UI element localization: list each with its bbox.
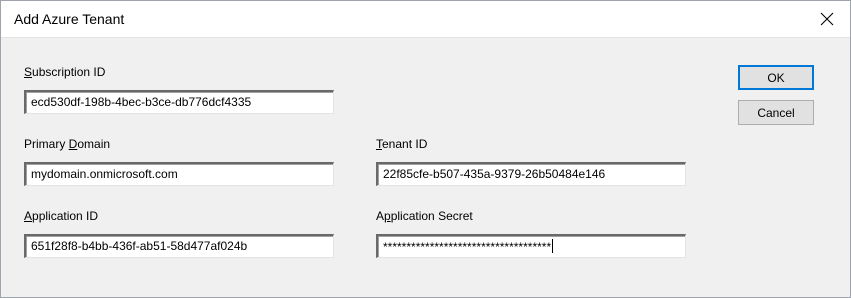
tenant-id-label: Tenant ID <box>376 137 428 151</box>
ok-button[interactable]: OK <box>738 65 814 90</box>
subscription-id-field[interactable]: ecd530df-198b-4bec-b3ce-db776dcf4335 <box>24 90 334 114</box>
subscription-id-value: ecd530df-198b-4bec-b3ce-db776dcf4335 <box>31 95 252 109</box>
application-id-label: Application ID <box>24 209 99 223</box>
application-secret-field[interactable]: ************************************ <box>376 234 686 258</box>
primary-domain-field[interactable]: mydomain.onmicrosoft.com <box>24 162 334 186</box>
title-bar: Add Azure Tenant <box>1 1 850 38</box>
tenant-id-field[interactable]: 22f85cfe-b507-435a-9379-26b50484e146 <box>376 162 686 186</box>
close-icon <box>820 12 834 26</box>
subscription-id-label: Subscription ID <box>24 65 106 79</box>
application-secret-value: ************************************ <box>383 240 552 254</box>
tenant-id-value: 22f85cfe-b507-435a-9379-26b50484e146 <box>383 167 606 181</box>
application-secret-label: Application Secret <box>376 209 473 223</box>
application-id-field[interactable]: 651f28f8-b4bb-436f-ab51-58d477af024b <box>24 234 334 258</box>
primary-domain-label: Primary Domain <box>24 137 111 151</box>
window-title: Add Azure Tenant <box>14 11 125 27</box>
primary-domain-value: mydomain.onmicrosoft.com <box>31 167 178 181</box>
add-azure-tenant-dialog: Add Azure Tenant Subscription ID ecd530d… <box>0 0 851 298</box>
cancel-button[interactable]: Cancel <box>738 100 814 125</box>
application-id-value: 651f28f8-b4bb-436f-ab51-58d477af024b <box>31 239 248 253</box>
text-caret <box>552 239 554 253</box>
close-button[interactable] <box>804 1 850 37</box>
